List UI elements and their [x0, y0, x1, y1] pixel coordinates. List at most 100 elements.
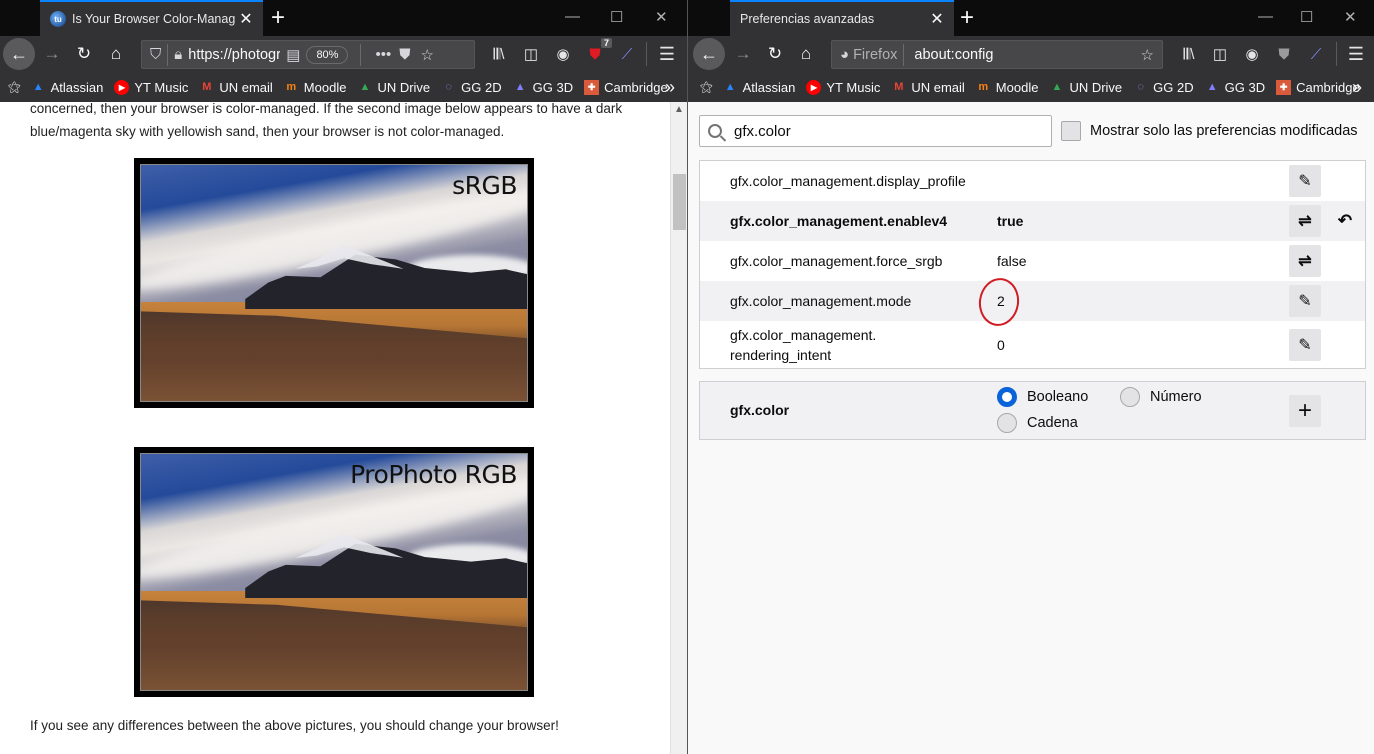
back-button[interactable]: ←: [3, 38, 35, 70]
bookmark-gg-2d[interactable]: ◌ GG 2D: [1133, 80, 1193, 95]
pref-name-line: rendering_intent: [730, 346, 832, 363]
page-actions-icon[interactable]: •••: [375, 46, 391, 63]
url-text[interactable]: https://photogr: [188, 47, 280, 63]
zoom-level-button[interactable]: 80%: [306, 45, 349, 64]
reset-pref-button[interactable]: ↶: [1331, 205, 1359, 237]
config-search-input[interactable]: [734, 122, 1014, 140]
firefox-logo-icon: ◕: [840, 46, 850, 63]
show-bookmarks-icon[interactable]: ⚝: [700, 79, 713, 95]
scroll-up-arrow-icon[interactable]: ▲: [671, 102, 687, 118]
toggle-pref-button[interactable]: ⇌: [1289, 205, 1321, 237]
close-window-button[interactable]: ✕: [655, 8, 668, 26]
sidebar-icon[interactable]: ◫: [1209, 44, 1231, 64]
bookmark-cambridge[interactable]: ✚ Cambridge: [1276, 79, 1360, 95]
new-tab-button[interactable]: +: [271, 4, 285, 32]
bookmark-star-icon[interactable]: ☆: [421, 46, 434, 64]
forward-button[interactable]: →: [729, 40, 757, 68]
bookmark-label: UN email: [911, 79, 965, 95]
url-bar[interactable]: ◕ Firefox about:config ☆: [831, 40, 1163, 69]
bookmark-gg-2d[interactable]: ◌ GG 2D: [441, 80, 501, 95]
bookmark-yt-music[interactable]: ▶ YT Music: [114, 79, 188, 95]
tab-bar: tu Is Your Browser Color-Managed ✕ + — ☐…: [0, 0, 687, 36]
bookmark-atlassian[interactable]: ▲ Atlassian: [31, 80, 104, 95]
sidebar-icon[interactable]: ◫: [520, 44, 542, 64]
tab-color-managed[interactable]: tu Is Your Browser Color-Managed ✕: [40, 0, 263, 36]
toggle-pref-button[interactable]: ⇌: [1289, 245, 1321, 277]
tracking-protection-shield-icon[interactable]: ⛉: [150, 46, 161, 63]
google-drive-icon: ▲: [359, 81, 371, 93]
extension-eyedropper-icon[interactable]: ⟋: [1305, 44, 1327, 64]
hamburger-menu-icon[interactable]: ☰: [1345, 44, 1367, 64]
moodle-icon: m: [978, 81, 989, 93]
library-icon[interactable]: 𝄃𝄃\: [488, 44, 510, 64]
bookmark-un-drive[interactable]: ▲ UN Drive: [1049, 80, 1122, 95]
minimize-button[interactable]: —: [1258, 8, 1273, 25]
minimize-button[interactable]: —: [565, 8, 580, 25]
scrollbar-thumb[interactable]: [673, 174, 686, 230]
bookmark-un-email[interactable]: M UN email: [891, 79, 965, 95]
home-button[interactable]: ⌂: [102, 40, 130, 68]
moodle-icon: m: [286, 81, 297, 93]
extension-spotify-icon[interactable]: ◉: [552, 44, 574, 64]
bookmark-label: Moodle: [995, 79, 1039, 95]
more-bookmarks-icon[interactable]: »: [1352, 77, 1362, 98]
bookmark-gg-3d[interactable]: ▲ GG 3D: [513, 80, 573, 95]
bookmark-star-icon[interactable]: ☆: [1141, 46, 1154, 64]
browser-window-left: tu Is Your Browser Color-Managed ✕ + — ☐…: [0, 0, 687, 754]
back-button[interactable]: ←: [693, 38, 725, 70]
home-button[interactable]: ⌂: [792, 40, 820, 68]
maximize-button[interactable]: ☐: [610, 8, 623, 26]
bookmark-atlassian[interactable]: ▲ Atlassian: [723, 80, 796, 95]
type-radio-boolean[interactable]: Booleano: [997, 387, 1088, 407]
extension-eyedropper-icon[interactable]: ⟋: [616, 44, 638, 64]
toggle-arrows-icon: ⇌: [1298, 213, 1312, 230]
show-bookmarks-icon[interactable]: ⚝: [8, 79, 21, 95]
close-tab-icon[interactable]: ✕: [926, 9, 948, 29]
bookmark-gg-3d[interactable]: ▲ GG 3D: [1205, 80, 1265, 95]
tab-preferencias-avanzadas[interactable]: Preferencias avanzadas ✕: [730, 0, 954, 36]
show-modified-checkbox[interactable]: [1061, 121, 1081, 141]
prophoto-photo: ProPhoto RGB: [134, 447, 534, 697]
hamburger-menu-icon[interactable]: ☰: [656, 44, 678, 64]
pref-name: gfx.color_management. rendering_intent: [730, 325, 990, 365]
forward-button[interactable]: →: [38, 40, 66, 68]
reload-button[interactable]: ↻: [761, 40, 789, 68]
more-bookmarks-icon[interactable]: »: [665, 77, 675, 98]
reload-button[interactable]: ↻: [70, 40, 98, 68]
new-tab-button[interactable]: +: [960, 4, 974, 32]
maximize-button[interactable]: ☐: [1300, 8, 1313, 26]
type-radio-number[interactable]: Número: [1120, 387, 1202, 407]
reader-view-icon[interactable]: ▤: [286, 46, 300, 64]
extension-ublock-icon[interactable]: ⛊: [1273, 44, 1295, 64]
extension-spotify-icon[interactable]: ◉: [1241, 44, 1263, 64]
page-scrollbar[interactable]: ▲: [670, 102, 687, 754]
bookmark-moodle[interactable]: m Moodle: [284, 80, 346, 95]
url-bar[interactable]: ⛉ 🔒︎ https://photogr ▤ 80% ••• ⛊ ☆: [141, 40, 475, 69]
close-window-button[interactable]: ✕: [1344, 8, 1357, 26]
bookmark-moodle[interactable]: m Moodle: [976, 79, 1039, 95]
browser-window-right: Preferencias avanzadas ✕ + — ☐ ✕ ← → ↻ ⌂…: [687, 0, 1374, 754]
identity-label[interactable]: Firefox: [853, 47, 897, 63]
pocket-icon[interactable]: ⛊: [399, 46, 410, 63]
bookmark-yt-music[interactable]: ▶ YT Music: [806, 79, 880, 95]
url-text[interactable]: about:config: [914, 47, 1140, 63]
bookmark-un-drive[interactable]: ▲ UN Drive: [357, 80, 430, 95]
radio-selected-icon: [997, 387, 1017, 407]
config-search-box[interactable]: [699, 115, 1052, 147]
pref-row: gfx.color_management.mode 2 ✎: [700, 275, 1365, 329]
add-pref-button[interactable]: +: [1289, 395, 1321, 427]
edit-pref-button[interactable]: ✎: [1289, 285, 1321, 317]
lock-icon[interactable]: 🔒︎: [174, 46, 182, 63]
extension-ublock-icon[interactable]: ⛊ 7: [584, 38, 612, 64]
pref-value: false: [997, 253, 1027, 269]
pref-row: gfx.color_management.enablev4 true ⇌ ↶: [700, 201, 1365, 241]
library-icon[interactable]: 𝄃𝄃\: [1178, 44, 1200, 64]
edit-pref-button[interactable]: ✎: [1289, 328, 1321, 361]
bookmark-un-email[interactable]: M UN email: [199, 79, 273, 95]
close-tab-icon[interactable]: ✕: [235, 9, 257, 29]
bookmark-cambridge[interactable]: ✚ Cambridge: [584, 79, 668, 95]
type-radio-string[interactable]: Cadena: [997, 413, 1078, 433]
edit-pref-button[interactable]: ✎: [1289, 165, 1321, 197]
show-modified-label[interactable]: Mostrar solo las preferencias modificada…: [1090, 123, 1358, 139]
bookmark-label: UN email: [219, 79, 273, 95]
